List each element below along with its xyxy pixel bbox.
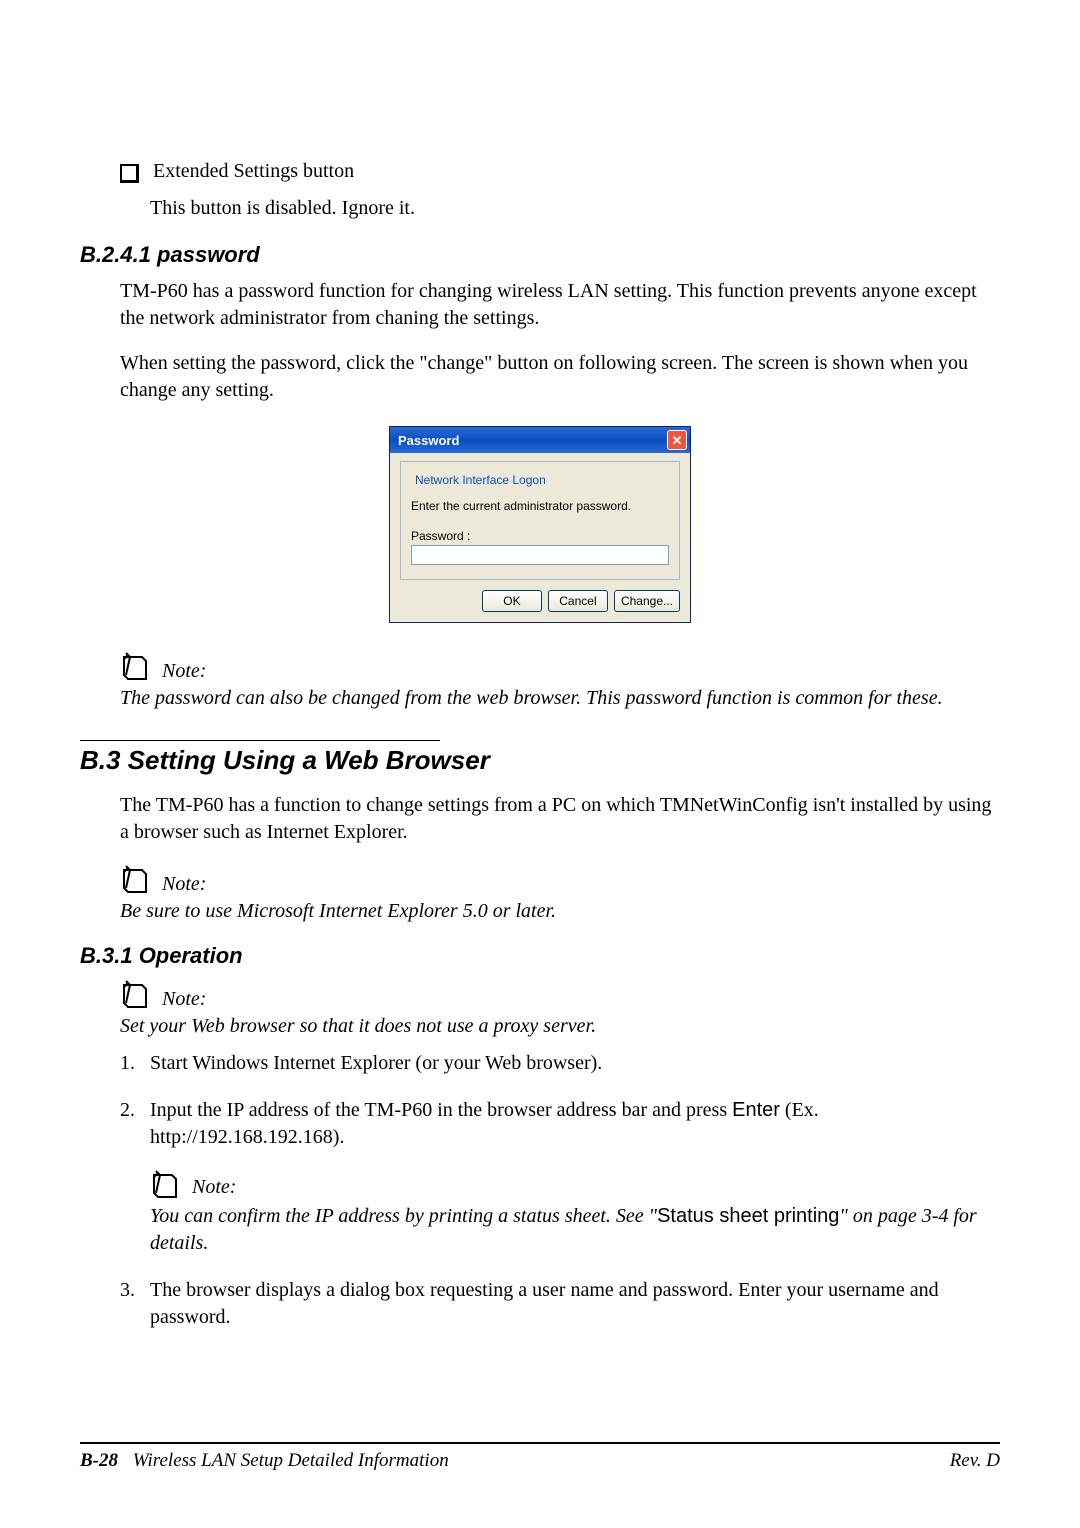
password-label: Password : [411, 529, 669, 543]
note-block: Note: Set your Web browser so that it do… [120, 979, 1000, 1040]
note-block: Note: Be sure to use Microsoft Internet … [120, 864, 1000, 925]
bullet-item: Extended Settings button [120, 160, 1000, 183]
bullet-icon [120, 164, 139, 183]
note-block: Note: The password can also be changed f… [120, 651, 1000, 712]
page-number: B-28 [80, 1450, 118, 1471]
note-label: Note: [192, 1174, 236, 1201]
enter-key-text: Enter [732, 1099, 780, 1121]
note-label: Note: [162, 988, 206, 1011]
dialog-title: Password [398, 433, 459, 448]
paragraph: When setting the password, click the "ch… [120, 350, 1000, 404]
note-icon [120, 979, 152, 1011]
ordered-steps: Start Windows Internet Explorer (or your… [120, 1050, 1000, 1331]
dialog-titlebar: Password ✕ [390, 427, 690, 453]
close-button[interactable]: ✕ [667, 430, 687, 450]
note-label: Note: [162, 660, 206, 683]
note-icon [120, 864, 152, 896]
heading-b241: B.2.4.1 password [80, 242, 1000, 268]
bullet-description: This button is disabled. Ignore it. [150, 197, 1000, 220]
note-icon [120, 651, 152, 683]
footer-divider [80, 1442, 1000, 1444]
note-label: Note: [162, 873, 206, 896]
password-dialog: Password ✕ Network Interface Logon Enter… [389, 426, 691, 623]
password-input[interactable] [411, 545, 669, 565]
step-text: Input the IP address of the TM-P60 in th… [150, 1099, 732, 1121]
note-block: Note: You can confirm the IP address by … [150, 1169, 1000, 1257]
page-footer: B-28 Wireless LAN Setup Detailed Informa… [80, 1434, 1000, 1472]
footer-revision: Rev. D [950, 1450, 1000, 1472]
step-2: Input the IP address of the TM-P60 in th… [120, 1097, 1000, 1257]
bullet-title: Extended Settings button [153, 160, 354, 183]
paragraph: TM-P60 has a password function for chang… [120, 278, 1000, 332]
dialog-prompt: Enter the current administrator password… [411, 499, 669, 513]
step-3: The browser displays a dialog box reques… [120, 1277, 1000, 1331]
change-button[interactable]: Change... [614, 590, 680, 612]
fieldset-legend: Network Interface Logon [411, 473, 550, 487]
note-icon [150, 1169, 182, 1201]
section-divider [80, 740, 440, 741]
note-text: You can confirm the IP address by printi… [150, 1203, 1000, 1257]
note-text: The password can also be changed from th… [120, 685, 1000, 712]
footer-left: B-28 Wireless LAN Setup Detailed Informa… [80, 1450, 449, 1472]
close-icon: ✕ [672, 434, 683, 447]
ok-button[interactable]: OK [482, 590, 542, 612]
step-text: The browser displays a dialog box reques… [150, 1279, 939, 1328]
note-text: Be sure to use Microsoft Internet Explor… [120, 898, 1000, 925]
heading-b31: B.3.1 Operation [80, 943, 1000, 969]
heading-b3: B.3 Setting Using a Web Browser [80, 745, 1000, 776]
paragraph: The TM-P60 has a function to change sett… [120, 792, 1000, 846]
footer-title: Wireless LAN Setup Detailed Information [133, 1450, 449, 1471]
note-text: Set your Web browser so that it does not… [120, 1013, 1000, 1040]
fieldset-network-logon: Network Interface Logon Enter the curren… [400, 461, 680, 580]
cross-ref-link: Status sheet printing [657, 1205, 839, 1227]
step-text: Start Windows Internet Explorer (or your… [150, 1052, 602, 1074]
step-1: Start Windows Internet Explorer (or your… [120, 1050, 1000, 1077]
cancel-button[interactable]: Cancel [548, 590, 608, 612]
